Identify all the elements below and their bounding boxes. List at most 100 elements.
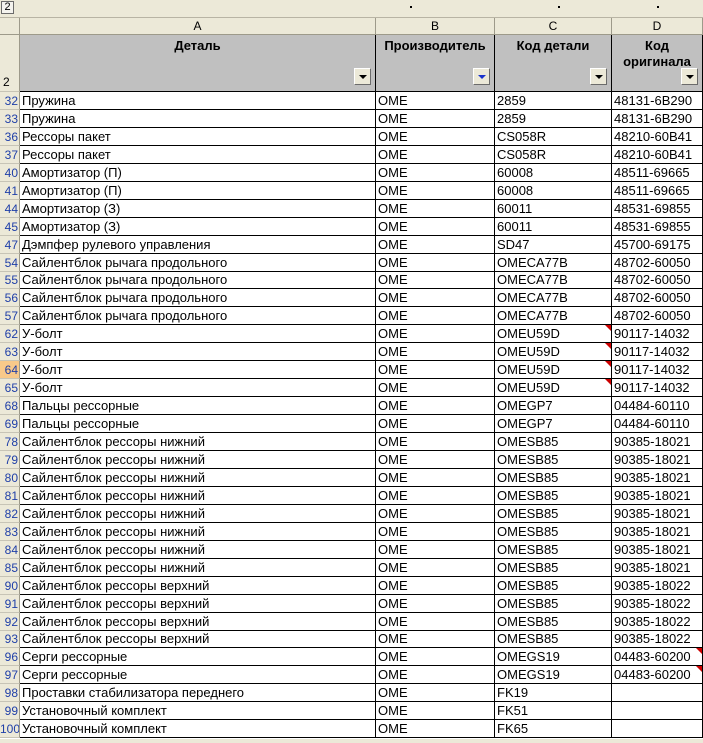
cell-d[interactable]: 90385-18022 bbox=[612, 577, 703, 595]
autofilter-dropdown-button[interactable] bbox=[473, 68, 490, 85]
cell-d[interactable]: 04484-60110 bbox=[612, 415, 703, 433]
cell-b[interactable]: OME bbox=[376, 307, 495, 325]
cell-c[interactable]: OMESB85 bbox=[495, 469, 612, 487]
cell-a[interactable]: Сайлентблок рычага продольного bbox=[20, 272, 376, 289]
cell-b[interactable]: OME bbox=[376, 666, 495, 684]
row-header[interactable]: 62 bbox=[0, 325, 20, 343]
cell-d[interactable]: 90117-14032 bbox=[612, 361, 703, 379]
cell-a[interactable]: Сайлентблок рычага продольного bbox=[20, 307, 376, 325]
row-header[interactable]: 65 bbox=[0, 379, 20, 397]
cell-c[interactable]: OMEGP7 bbox=[495, 397, 612, 415]
cell-a[interactable]: Сайлентблок рессоры нижний bbox=[20, 433, 376, 451]
row-header[interactable]: 69 bbox=[0, 415, 20, 433]
cell-c[interactable]: FK65 bbox=[495, 720, 612, 738]
cell-d[interactable]: 48702-60050 bbox=[612, 254, 703, 272]
cell-c[interactable]: OMECA77B bbox=[495, 307, 612, 325]
cell-a[interactable]: У-болт bbox=[20, 343, 376, 361]
cell-c[interactable]: 2859 bbox=[495, 110, 612, 128]
cell-b[interactable]: OME bbox=[376, 595, 495, 613]
cell-a[interactable]: Сайлентблок рессоры нижний bbox=[20, 487, 376, 505]
cell-c[interactable]: OMESB85 bbox=[495, 505, 612, 523]
cell-c[interactable]: OMEU59D bbox=[495, 361, 612, 379]
cell-a[interactable]: Сайлентблок рессоры нижний bbox=[20, 541, 376, 559]
cell-d[interactable] bbox=[612, 720, 703, 738]
cell-c[interactable]: OMEU59D bbox=[495, 325, 612, 343]
cell-c[interactable]: CS058R bbox=[495, 128, 612, 146]
cell-a[interactable]: У-болт bbox=[20, 361, 376, 379]
cell-d[interactable]: 45700-69175 bbox=[612, 236, 703, 254]
cell-c[interactable]: 60011 bbox=[495, 200, 612, 218]
cell-d[interactable]: 90117-14032 bbox=[612, 379, 703, 397]
cell-a[interactable]: Амортизатор (З) bbox=[20, 218, 376, 236]
row-header[interactable]: 68 bbox=[0, 397, 20, 415]
cell-a[interactable]: Сайлентблок рессоры верхний bbox=[20, 595, 376, 613]
cell-b[interactable]: OME bbox=[376, 702, 495, 720]
cell-c[interactable]: OMECA77B bbox=[495, 272, 612, 289]
cell-d[interactable]: 48511-69665 bbox=[612, 182, 703, 200]
cell-a[interactable]: Сайлентблок рессоры нижний bbox=[20, 451, 376, 469]
cell-a[interactable]: Амортизатор (З) bbox=[20, 200, 376, 218]
cell-c[interactable]: OMESB85 bbox=[495, 577, 612, 595]
outline-level-2-button[interactable]: 2 bbox=[1, 1, 14, 14]
cell-a[interactable]: Амортизатор (П) bbox=[20, 164, 376, 182]
cell-d[interactable]: 90385-18021 bbox=[612, 487, 703, 505]
cell-c[interactable]: 60008 bbox=[495, 164, 612, 182]
cell-d[interactable]: 48131-6B290 bbox=[612, 110, 703, 128]
cell-b[interactable]: OME bbox=[376, 541, 495, 559]
cell-d[interactable]: 90385-18021 bbox=[612, 559, 703, 577]
cell-c[interactable]: OMEU59D bbox=[495, 343, 612, 361]
autofilter-dropdown-button[interactable] bbox=[590, 68, 607, 85]
row-header[interactable]: 93 bbox=[0, 631, 20, 648]
row-header[interactable]: 80 bbox=[0, 469, 20, 487]
cell-a[interactable]: Установочный комплект bbox=[20, 702, 376, 720]
cell-a[interactable]: Амортизатор (П) bbox=[20, 182, 376, 200]
cell-a[interactable]: Сайлентблок рессоры нижний bbox=[20, 505, 376, 523]
cell-c[interactable]: OMESB85 bbox=[495, 595, 612, 613]
row-header[interactable]: 45 bbox=[0, 218, 20, 236]
cell-b[interactable]: OME bbox=[376, 164, 495, 182]
cell-b[interactable]: OME bbox=[376, 254, 495, 272]
cell-b[interactable]: OME bbox=[376, 613, 495, 631]
cell-a[interactable]: Рессоры пакет bbox=[20, 146, 376, 164]
cell-d[interactable]: 48531-69855 bbox=[612, 200, 703, 218]
cell-a[interactable]: Серги рессорные bbox=[20, 648, 376, 666]
row-header[interactable]: 91 bbox=[0, 595, 20, 613]
cell-a[interactable]: Сайлентблок рычага продольного bbox=[20, 254, 376, 272]
cell-c[interactable]: OMESB85 bbox=[495, 523, 612, 541]
cell-a[interactable]: Рессоры пакет bbox=[20, 128, 376, 146]
row-header[interactable]: 98 bbox=[0, 684, 20, 702]
cell-b[interactable]: OME bbox=[376, 289, 495, 307]
cell-c[interactable]: OMECA77B bbox=[495, 254, 612, 272]
column-header-d[interactable]: D bbox=[612, 18, 703, 35]
cell-b[interactable]: OME bbox=[376, 397, 495, 415]
row-header[interactable]: 55 bbox=[0, 272, 20, 289]
cell-c[interactable]: FK51 bbox=[495, 702, 612, 720]
cell-b[interactable]: OME bbox=[376, 577, 495, 595]
cell-b[interactable]: OME bbox=[376, 684, 495, 702]
row-header[interactable]: 97 bbox=[0, 666, 20, 684]
cell-d[interactable]: 90385-18022 bbox=[612, 613, 703, 631]
comment-indicator-icon[interactable] bbox=[605, 361, 611, 367]
comment-indicator-icon[interactable] bbox=[696, 648, 702, 654]
cell-d[interactable]: 48702-60050 bbox=[612, 289, 703, 307]
cell-d[interactable]: 48210-60B41 bbox=[612, 146, 703, 164]
row-header[interactable]: 64 bbox=[0, 361, 20, 379]
cell-d[interactable]: 48531-69855 bbox=[612, 218, 703, 236]
cell-b[interactable]: OME bbox=[376, 469, 495, 487]
cell-b[interactable]: OME bbox=[376, 451, 495, 469]
cell-a[interactable]: Пружина bbox=[20, 92, 376, 110]
autofilter-dropdown-button[interactable] bbox=[354, 68, 371, 85]
cell-c[interactable]: 60008 bbox=[495, 182, 612, 200]
cell-b[interactable]: OME bbox=[376, 272, 495, 289]
cell-d[interactable] bbox=[612, 702, 703, 720]
cell-c[interactable]: OMESB85 bbox=[495, 613, 612, 631]
cell-d[interactable]: 04483-60200 bbox=[612, 648, 703, 666]
select-all-corner[interactable] bbox=[0, 18, 20, 35]
cell-b[interactable]: OME bbox=[376, 218, 495, 236]
row-header[interactable]: 2 bbox=[0, 35, 20, 92]
cell-d[interactable]: 04483-60200 bbox=[612, 666, 703, 684]
cell-a[interactable]: Пружина bbox=[20, 110, 376, 128]
cell-a[interactable]: Установочный комплект bbox=[20, 720, 376, 738]
cell-b[interactable]: OME bbox=[376, 631, 495, 648]
cell-b[interactable]: OME bbox=[376, 200, 495, 218]
